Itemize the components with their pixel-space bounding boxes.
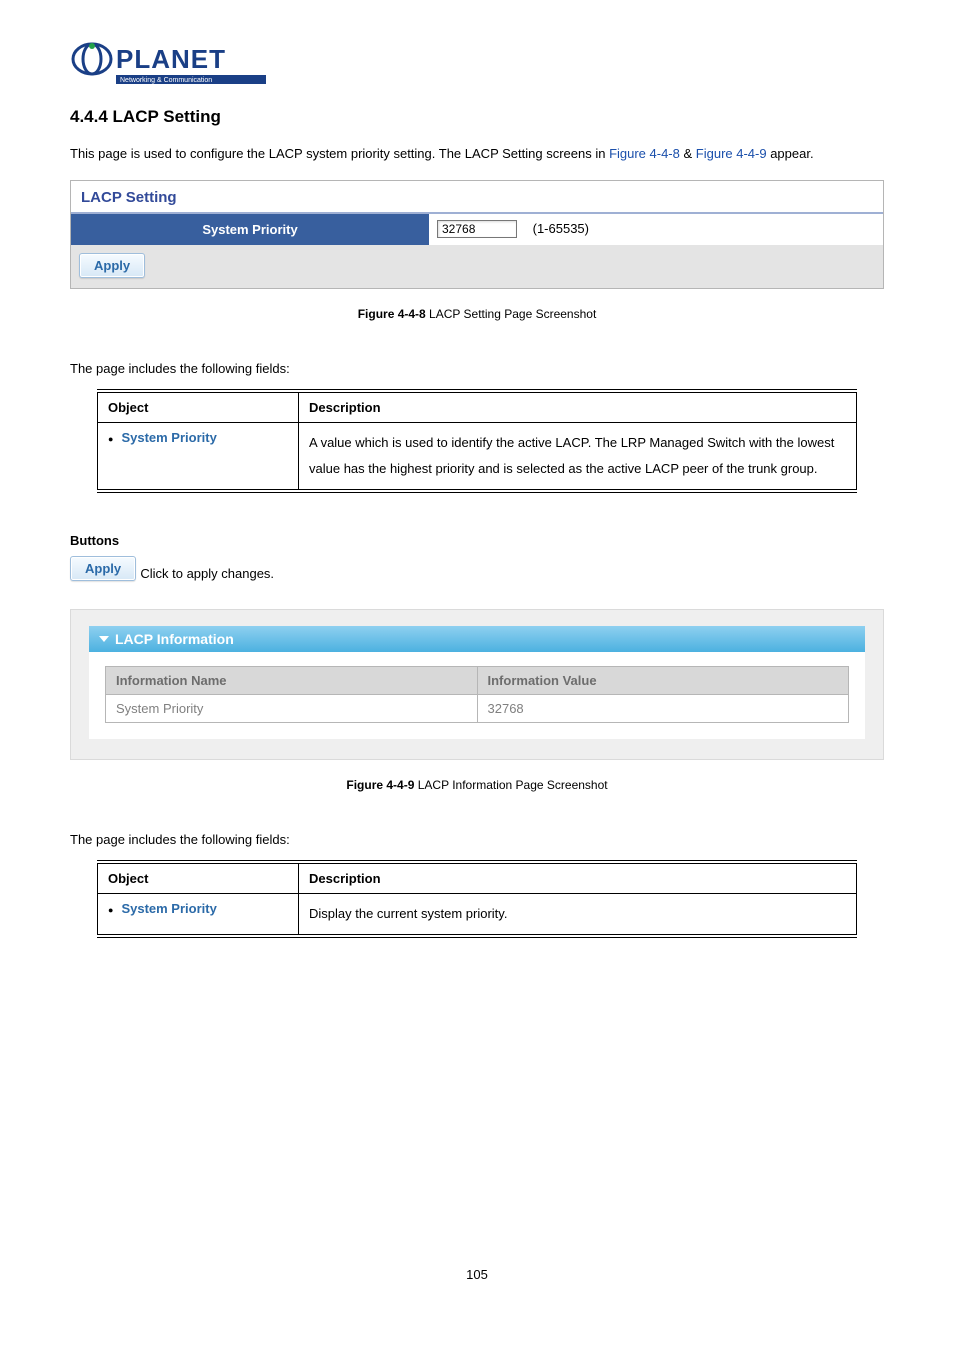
collapse-icon bbox=[99, 636, 109, 642]
td-info-name: System Priority bbox=[106, 695, 478, 723]
apply-button-desc: : Click to apply changes. bbox=[133, 566, 274, 581]
fields-table-2: Object Description ● System Priority Dis… bbox=[97, 860, 857, 938]
figure-caption-1: Figure 4-4-8 LACP Setting Page Screensho… bbox=[70, 307, 884, 321]
intro-paragraph: This page is used to configure the LACP … bbox=[70, 141, 884, 167]
system-priority-label: System Priority bbox=[71, 214, 429, 245]
brand-logo: PLANET Networking & Communication bbox=[70, 35, 884, 89]
apply-button[interactable]: Apply bbox=[79, 253, 145, 278]
object-system-priority-2: System Priority bbox=[121, 901, 216, 916]
system-priority-input[interactable] bbox=[437, 220, 517, 238]
brand-name: PLANET bbox=[116, 44, 226, 74]
buttons-heading: Buttons bbox=[70, 533, 884, 548]
lacp-info-panel-wrap: LACP Information Information Name Inform… bbox=[70, 609, 884, 760]
desc-system-priority-2: Display the current system priority. bbox=[299, 894, 857, 937]
range-hint: (1-65535) bbox=[533, 221, 589, 236]
figure-link-4-4-9[interactable]: Figure 4-4-9 bbox=[696, 146, 767, 161]
lacp-setting-panel: LACP Setting System Priority (1-65535) A… bbox=[70, 180, 884, 289]
desc-system-priority: A value which is used to identify the ac… bbox=[299, 423, 857, 492]
lacp-info-table: Information Name Information Value Syste… bbox=[105, 666, 849, 723]
brand-tagline: Networking & Communication bbox=[120, 77, 212, 84]
td-info-value: 32768 bbox=[477, 695, 849, 723]
page-number: 105 bbox=[0, 1267, 954, 1282]
fields-intro-1: The page includes the following fields: bbox=[70, 361, 884, 376]
object-system-priority: System Priority bbox=[121, 430, 216, 445]
th-object-2: Object bbox=[98, 862, 299, 894]
th-object: Object bbox=[98, 391, 299, 423]
th-info-name: Information Name bbox=[106, 667, 478, 695]
figure-caption-2: Figure 4-4-9 LACP Information Page Scree… bbox=[70, 778, 884, 792]
bullet-icon: ● bbox=[108, 901, 113, 919]
figure-link-4-4-8[interactable]: Figure 4-4-8 bbox=[609, 146, 680, 161]
apply-button-inline[interactable]: Apply bbox=[70, 556, 136, 581]
lacp-info-header[interactable]: LACP Information bbox=[89, 626, 865, 652]
fields-intro-2: The page includes the following fields: bbox=[70, 832, 884, 847]
th-description: Description bbox=[299, 391, 857, 423]
section-heading: 4.4.4 LACP Setting bbox=[70, 107, 884, 127]
panel-title: LACP Setting bbox=[71, 181, 883, 214]
fields-table-1: Object Description ● System Priority A v… bbox=[97, 389, 857, 493]
th-description-2: Description bbox=[299, 862, 857, 894]
bullet-icon: ● bbox=[108, 430, 113, 448]
th-info-value: Information Value bbox=[477, 667, 849, 695]
